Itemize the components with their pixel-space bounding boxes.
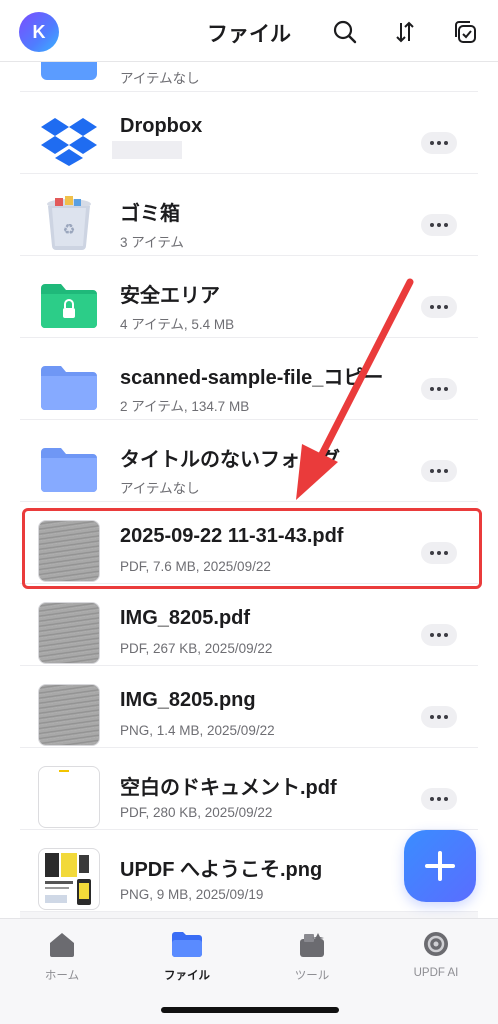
file-name: 空白のドキュメント.pdf bbox=[120, 777, 337, 799]
trash-icon: ♻ bbox=[38, 192, 100, 254]
folder-icon bbox=[38, 438, 100, 500]
file-name: IMG_8205.png bbox=[120, 689, 256, 711]
list-item[interactable]: 安全エリア 4 アイテム, 5.4 MB bbox=[20, 256, 478, 338]
tab-label: ホーム bbox=[44, 970, 80, 982]
home-icon bbox=[47, 929, 77, 959]
file-name: UPDF へようこそ.png bbox=[120, 859, 323, 881]
list-item[interactable]: 空白のドキュメント.pdf PDF, 280 KB, 2025/09/22 bbox=[20, 748, 478, 830]
home-indicator bbox=[161, 1007, 339, 1013]
more-button[interactable] bbox=[421, 214, 457, 236]
file-name: scanned-sample-file_コピー bbox=[120, 367, 384, 389]
list-item[interactable]: IMG_8205.pdf PDF, 267 KB, 2025/09/22 bbox=[20, 584, 478, 666]
file-meta: 4 アイテム, 5.4 MB bbox=[120, 317, 235, 332]
dropbox-icon bbox=[38, 110, 100, 172]
folder-icon bbox=[38, 356, 100, 418]
image-thumbnail bbox=[38, 848, 100, 910]
file-meta: 3 アイテム bbox=[120, 235, 184, 250]
file-name: タイトルのないフォルダ bbox=[120, 449, 340, 471]
file-meta: 2 アイテム, 134.7 MB bbox=[120, 399, 250, 414]
image-thumbnail bbox=[38, 684, 100, 746]
sort-button[interactable] bbox=[390, 17, 420, 47]
more-button[interactable] bbox=[421, 378, 457, 400]
file-name: IMG_8205.pdf bbox=[120, 607, 251, 629]
folder-icon bbox=[172, 929, 202, 959]
more-button[interactable] bbox=[421, 460, 457, 482]
document-thumbnail bbox=[38, 766, 100, 828]
list-item[interactable]: タイトルのないフォルダ アイテムなし bbox=[20, 420, 478, 502]
file-name: ゴミ箱 bbox=[120, 203, 180, 225]
tab-label: ファイル bbox=[164, 970, 210, 982]
file-meta: PDF, 7.6 MB, 2025/09/22 bbox=[120, 559, 271, 574]
file-name: 2025-09-22 11-31-43.pdf bbox=[120, 525, 344, 547]
cloud-folder-icon bbox=[38, 62, 100, 90]
select-icon bbox=[455, 21, 476, 43]
list-item[interactable]: アイテムなし bbox=[20, 62, 478, 92]
list-item[interactable]: 2025-09-22 11-31-43.pdf PDF, 7.6 MB, 202… bbox=[20, 502, 478, 584]
tab-label: UPDF AI bbox=[413, 967, 459, 979]
tab-files[interactable]: ファイル bbox=[125, 929, 249, 989]
document-thumbnail bbox=[38, 602, 100, 664]
svg-text:♻: ♻ bbox=[63, 222, 76, 238]
more-button[interactable] bbox=[421, 706, 457, 728]
search-icon bbox=[333, 20, 357, 44]
page-title: ファイル bbox=[207, 23, 291, 46]
more-button[interactable] bbox=[421, 542, 457, 564]
tools-icon bbox=[297, 929, 327, 959]
file-meta: PDF, 267 KB, 2025/09/22 bbox=[120, 641, 273, 656]
plus-icon bbox=[425, 851, 455, 881]
secure-folder-icon bbox=[38, 274, 100, 336]
file-meta: アイテムなし bbox=[120, 481, 200, 496]
file-meta: PDF, 280 KB, 2025/09/22 bbox=[120, 805, 273, 820]
ai-icon bbox=[421, 929, 451, 959]
more-button[interactable] bbox=[421, 296, 457, 318]
file-meta: PNG, 1.4 MB, 2025/09/22 bbox=[120, 723, 275, 738]
tab-home[interactable]: ホーム bbox=[0, 929, 124, 989]
tab-updf-ai[interactable]: UPDF AI bbox=[374, 929, 498, 989]
file-list: アイテムなし Dropbox ♻ ゴミ箱 3 アイテム 安全エリア 4 アイテム… bbox=[20, 62, 478, 918]
more-button[interactable] bbox=[421, 788, 457, 810]
file-meta: アイテムなし bbox=[120, 71, 200, 86]
account-label-redacted bbox=[112, 141, 182, 159]
more-button[interactable] bbox=[421, 624, 457, 646]
list-item[interactable]: ♻ ゴミ箱 3 アイテム bbox=[20, 174, 478, 256]
list-item[interactable]: scanned-sample-file_コピー 2 アイテム, 134.7 MB bbox=[20, 338, 478, 420]
file-meta: PNG, 9 MB, 2025/09/19 bbox=[120, 887, 264, 902]
tab-label: ツール bbox=[294, 970, 330, 982]
sort-icon bbox=[396, 21, 414, 43]
more-button[interactable] bbox=[421, 132, 457, 154]
account-avatar[interactable]: K bbox=[19, 12, 59, 52]
select-button[interactable] bbox=[450, 17, 480, 47]
file-name: Dropbox bbox=[120, 115, 203, 137]
search-button[interactable] bbox=[330, 17, 360, 47]
add-button[interactable] bbox=[404, 830, 476, 902]
tab-tools[interactable]: ツール bbox=[250, 929, 374, 989]
document-thumbnail bbox=[38, 520, 100, 582]
list-item[interactable]: Dropbox bbox=[20, 92, 478, 174]
list-item[interactable]: IMG_8205.png PNG, 1.4 MB, 2025/09/22 bbox=[20, 666, 478, 748]
file-name: 安全エリア bbox=[120, 285, 220, 307]
top-bar: K ファイル bbox=[0, 0, 498, 62]
